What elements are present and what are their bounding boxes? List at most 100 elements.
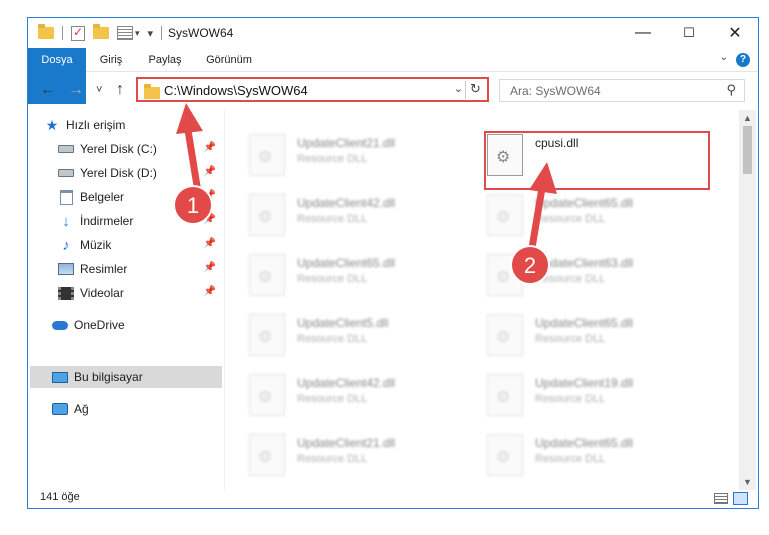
up-button[interactable]: ↑ [116,81,124,99]
dll-file-icon [249,314,285,356]
star-icon: ★ [45,116,59,133]
help-icon[interactable]: ? [736,53,750,67]
sidebar-item-pictures[interactable]: Resimler 📌 [58,258,222,280]
large-icons-view-icon[interactable] [733,492,748,505]
file-type: Resource DLL [535,333,606,345]
new-folder-icon[interactable] [93,24,109,39]
file-item[interactable]: UpdateClient19.dll Resource DLL [487,370,717,426]
file-type: Resource DLL [297,213,368,225]
dll-file-icon [249,434,285,476]
explorer-window: ▾ ▾ SysWOW64 — ☐ ✕ Dosya Giriş Paylaş Gö… [27,17,759,509]
computer-icon [52,369,68,385]
pin-icon[interactable]: 📌 [204,214,216,225]
sidebar-item-onedrive[interactable]: OneDrive [52,314,222,336]
vertical-scrollbar[interactable]: ▲ ▼ [739,110,756,490]
qa-dropdown-icon[interactable]: ▾ [148,27,154,40]
address-bar[interactable]: C:\Windows\SysWOW64 ⌄ ↻ [136,77,489,102]
sidebar-item-label: Müzik [80,238,112,252]
dll-file-icon [487,194,523,236]
file-name: UpdateClient21.dll [297,436,396,450]
recent-locations-button[interactable]: ˅ [96,84,102,96]
dll-file-icon [249,254,285,296]
sidebar-item-disk-d[interactable]: Yerel Disk (D:) 📌 [58,162,222,184]
scroll-up-icon[interactable]: ▲ [743,113,752,123]
chevron-down-icon[interactable]: ⌄ [454,82,463,95]
file-highlight-box [484,131,710,190]
cloud-icon [52,317,68,333]
dll-file-icon [249,374,285,416]
file-name: UpdateClient42.dll [297,196,396,210]
chevron-down-icon[interactable]: ▾ [135,28,140,39]
tab-paylas[interactable]: Paylaş [140,48,190,72]
dll-file-icon [487,374,523,416]
file-item[interactable]: UpdateClient65.dll Resource DLL [487,190,717,246]
file-name: UpdateClient21.dll [297,136,396,150]
file-type: Resource DLL [535,273,606,285]
minimize-button[interactable]: — [620,18,666,48]
folder-icon [144,84,160,99]
navigation-pane: ★ Hızlı erişim Yerel Disk (C:) 📌 Yerel D… [28,110,223,490]
folder-icon [38,24,54,39]
scroll-down-icon[interactable]: ▼ [743,477,752,487]
pin-icon[interactable]: 📌 [204,142,216,153]
file-type: Resource DLL [535,453,606,465]
sidebar-item-label: OneDrive [74,318,125,332]
sidebar-item-disk-c[interactable]: Yerel Disk (C:) 📌 [58,138,222,160]
properties-icon[interactable] [71,25,85,41]
sidebar-item-music[interactable]: ♪ Müzik 📌 [58,234,222,256]
pin-icon[interactable]: 📌 [204,286,216,297]
sidebar-item-documents[interactable]: Belgeler 📌 [58,186,222,208]
address-path[interactable]: C:\Windows\SysWOW64 [164,83,308,98]
file-type: Resource DLL [297,273,368,285]
sidebar-item-quick-access[interactable]: ★ Hızlı erişim [44,114,222,136]
file-item[interactable]: UpdateClient5.dll Resource DLL [249,310,479,366]
file-item[interactable]: UpdateClient21.dll Resource DLL [249,130,479,186]
pin-icon[interactable]: 📌 [204,262,216,273]
videos-icon [58,285,74,301]
file-name: UpdateClient65.dll [535,436,634,450]
status-bar: 141 öğe [28,490,758,508]
file-item[interactable]: UpdateClient63.dll Resource DLL [487,250,717,306]
pin-icon[interactable]: 📌 [204,166,216,177]
maximize-button[interactable]: ☐ [666,18,712,48]
file-item[interactable]: UpdateClient21.dll Resource DLL [249,430,479,486]
details-view-icon[interactable] [714,493,728,504]
quick-access-toolbar: ▾ ▾ [38,24,163,42]
sidebar-item-videos[interactable]: Videolar 📌 [58,282,222,304]
music-icon: ♪ [62,236,70,254]
file-item[interactable]: UpdateClient65.dll Resource DLL [487,430,717,486]
file-item[interactable]: UpdateClient42.dll Resource DLL [249,370,479,426]
sidebar-item-network[interactable]: Ağ [52,398,222,420]
file-item[interactable]: UpdateClient65.dll Resource DLL [487,310,717,366]
window-title: SysWOW64 [168,26,234,40]
customize-icon[interactable] [117,26,133,40]
forward-button[interactable]: → [68,81,84,99]
sidebar-item-downloads[interactable]: ↓ İndirmeler 📌 [58,210,222,232]
search-box[interactable]: Ara: SysWOW64 ⚲ [499,79,745,102]
search-input[interactable]: Ara: SysWOW64 [510,84,601,98]
pictures-icon [58,261,74,277]
file-name: UpdateClient65.dll [535,196,634,210]
file-name: UpdateClient65.dll [297,256,396,270]
file-name: UpdateClient19.dll [535,376,634,390]
sidebar-item-label: Videolar [80,286,124,300]
search-icon[interactable]: ⚲ [726,82,736,98]
refresh-icon[interactable]: ↻ [465,81,485,99]
file-type: Resource DLL [297,153,368,165]
ribbon-tabs: Dosya Giriş Paylaş Görünüm ⌄ ? [28,48,758,104]
chevron-down-icon[interactable]: ⌄ [720,52,728,63]
scroll-thumb[interactable] [743,126,752,174]
file-name: UpdateClient63.dll [535,256,634,270]
file-item[interactable]: UpdateClient42.dll Resource DLL [249,190,479,246]
close-button[interactable]: ✕ [712,18,758,48]
sidebar-item-this-pc[interactable]: Bu bilgisayar [30,366,222,388]
back-button[interactable]: ← [40,81,56,99]
dll-file-icon [249,134,285,176]
tab-gorunum[interactable]: Görünüm [198,48,260,72]
dll-file-icon [487,434,523,476]
tab-giris[interactable]: Giriş [90,48,132,72]
file-item[interactable]: UpdateClient65.dll Resource DLL [249,250,479,306]
file-name: UpdateClient65.dll [535,316,634,330]
pin-icon[interactable]: 📌 [204,190,216,201]
pin-icon[interactable]: 📌 [204,238,216,249]
